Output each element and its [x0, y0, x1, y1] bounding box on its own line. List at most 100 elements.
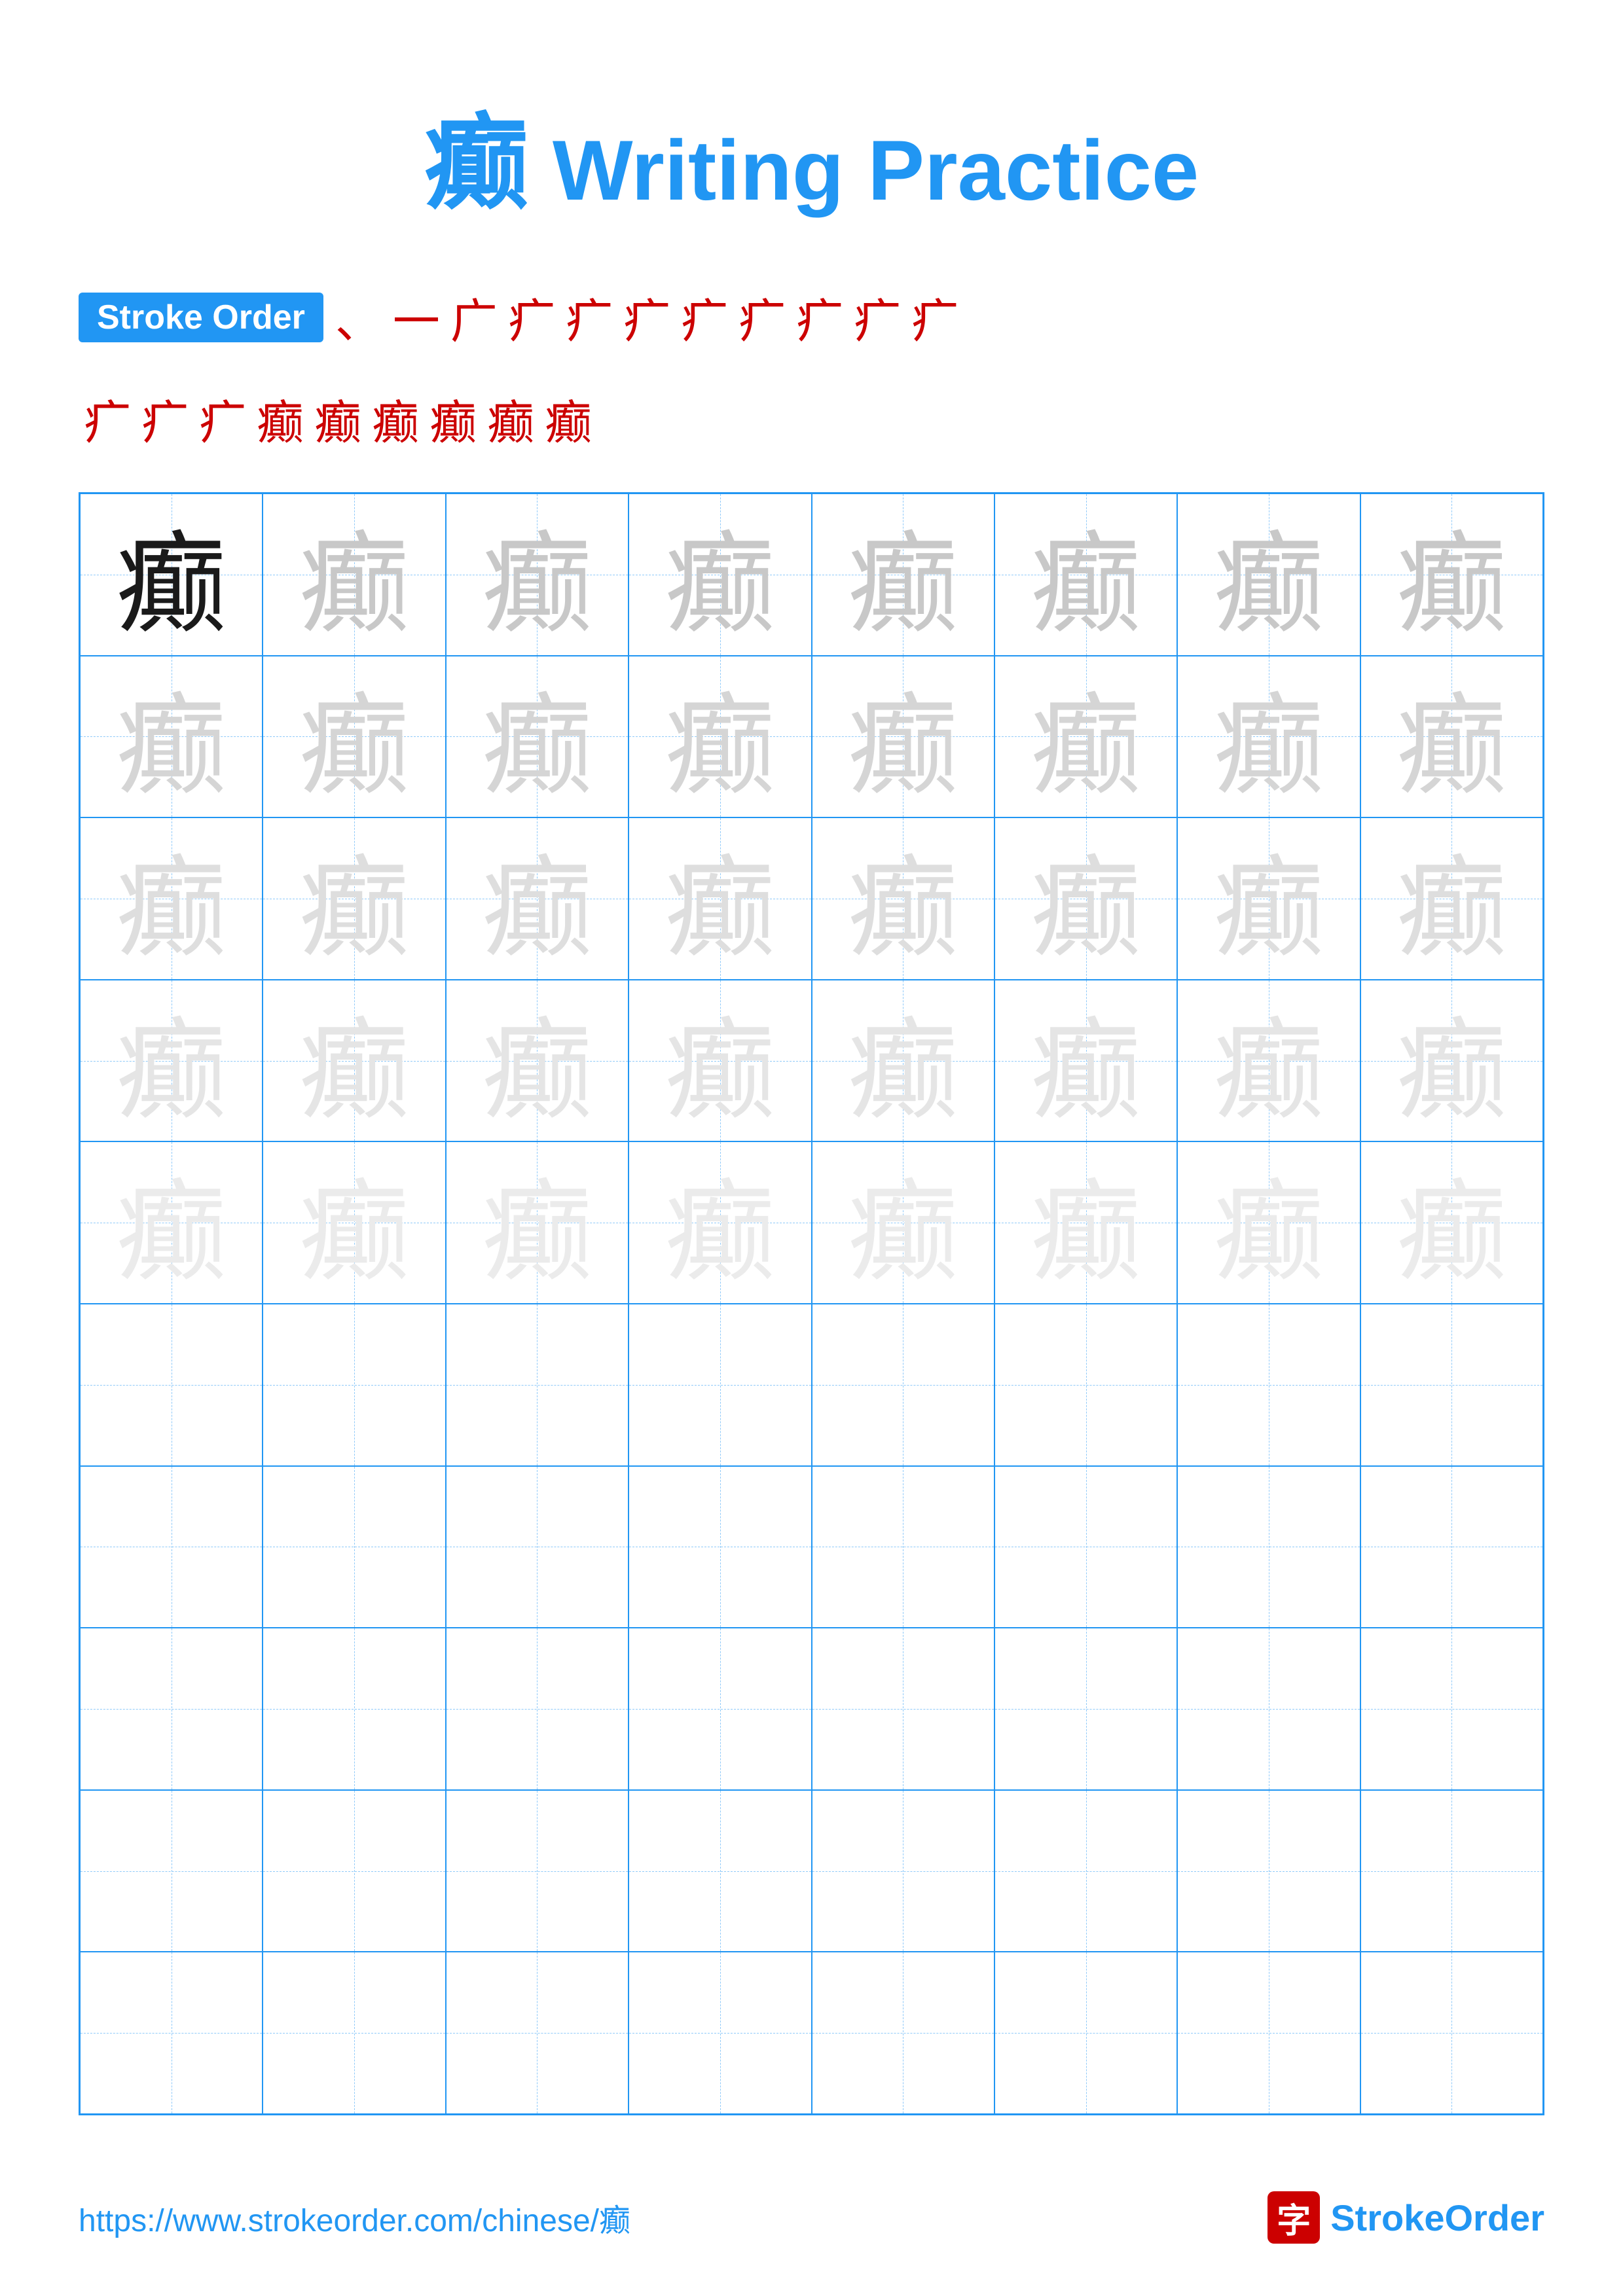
- grid-cell-r8c7[interactable]: [1177, 1628, 1360, 1790]
- grid-cell-r8c5[interactable]: [812, 1628, 994, 1790]
- grid-cell-r10c2[interactable]: [263, 1952, 445, 2114]
- grid-cell-r2c2[interactable]: 癫: [263, 656, 445, 818]
- grid-cell-r9c5[interactable]: [812, 1790, 994, 1952]
- grid-cell-r3c7[interactable]: 癫: [1177, 817, 1360, 980]
- grid-cell-r4c1[interactable]: 癫: [80, 980, 263, 1142]
- grid-cell-r7c3[interactable]: [446, 1466, 629, 1628]
- grid-cell-r9c4[interactable]: [629, 1790, 811, 1952]
- grid-cell-r4c8[interactable]: 癫: [1360, 980, 1543, 1142]
- grid-cell-r8c4[interactable]: [629, 1628, 811, 1790]
- char-r4c4: 癫: [665, 980, 776, 1141]
- grid-cell-r2c3[interactable]: 癫: [446, 656, 629, 818]
- grid-cell-r10c5[interactable]: [812, 1952, 994, 2114]
- grid-cell-r5c1[interactable]: 癫: [80, 1141, 263, 1304]
- grid-cell-r3c3[interactable]: 癫: [446, 817, 629, 980]
- footer-logo-icon: 字: [1267, 2191, 1320, 2244]
- grid-cell-r8c3[interactable]: [446, 1628, 629, 1790]
- char-r5c8: 癫: [1396, 1142, 1507, 1303]
- grid-cell-r6c1[interactable]: [80, 1304, 263, 1466]
- grid-cell-r3c2[interactable]: 癫: [263, 817, 445, 980]
- grid-cell-r5c6[interactable]: 癫: [994, 1141, 1177, 1304]
- grid-cell-r10c3[interactable]: [446, 1952, 629, 2114]
- char-r5c7: 癫: [1213, 1142, 1324, 1303]
- grid-cell-r2c5[interactable]: 癫: [812, 656, 994, 818]
- grid-cell-r7c5[interactable]: [812, 1466, 994, 1628]
- grid-cell-r1c4[interactable]: 癫: [629, 493, 811, 656]
- char-r2c3: 癫: [481, 656, 593, 817]
- grid-cell-r1c7[interactable]: 癫: [1177, 493, 1360, 656]
- grid-cell-r5c2[interactable]: 癫: [263, 1141, 445, 1304]
- grid-cell-r6c2[interactable]: [263, 1304, 445, 1466]
- grid-cell-r1c6[interactable]: 癫: [994, 493, 1177, 656]
- grid-cell-r4c4[interactable]: 癫: [629, 980, 811, 1142]
- grid-cell-r9c1[interactable]: [80, 1790, 263, 1952]
- grid-cell-r2c4[interactable]: 癫: [629, 656, 811, 818]
- grid-cell-r3c1[interactable]: 癫: [80, 817, 263, 980]
- stroke-char-11: 疒: [911, 283, 958, 351]
- stroke-char-13: 疒: [141, 384, 189, 453]
- grid-cell-r7c1[interactable]: [80, 1466, 263, 1628]
- grid-cell-r6c6[interactable]: [994, 1304, 1177, 1466]
- grid-cell-r4c2[interactable]: 癫: [263, 980, 445, 1142]
- grid-cell-r8c1[interactable]: [80, 1628, 263, 1790]
- grid-cell-r1c5[interactable]: 癫: [812, 493, 994, 656]
- grid-cell-r10c6[interactable]: [994, 1952, 1177, 2114]
- grid-cell-r4c5[interactable]: 癫: [812, 980, 994, 1142]
- char-r4c7: 癫: [1213, 980, 1324, 1141]
- grid-cell-r10c1[interactable]: [80, 1952, 263, 2114]
- grid-cell-r6c8[interactable]: [1360, 1304, 1543, 1466]
- char-r3c1: 癫: [116, 818, 227, 979]
- grid-cell-r2c8[interactable]: 癫: [1360, 656, 1543, 818]
- stroke-char-2: 一: [393, 283, 440, 351]
- grid-cell-r7c2[interactable]: [263, 1466, 445, 1628]
- grid-cell-r2c1[interactable]: 癫: [80, 656, 263, 818]
- grid-cell-r4c6[interactable]: 癫: [994, 980, 1177, 1142]
- grid-cell-r10c7[interactable]: [1177, 1952, 1360, 2114]
- grid-cell-r9c6[interactable]: [994, 1790, 1177, 1952]
- grid-cell-r5c4[interactable]: 癫: [629, 1141, 811, 1304]
- grid-cell-r7c7[interactable]: [1177, 1466, 1360, 1628]
- char-r1c6: 癫: [1030, 494, 1142, 655]
- grid-cell-r3c6[interactable]: 癫: [994, 817, 1177, 980]
- grid-cell-r3c8[interactable]: 癫: [1360, 817, 1543, 980]
- grid-cell-r5c5[interactable]: 癫: [812, 1141, 994, 1304]
- grid-cell-r2c6[interactable]: 癫: [994, 656, 1177, 818]
- grid-cell-r1c8[interactable]: 癫: [1360, 493, 1543, 656]
- footer-logo: 字 StrokeOrder: [1267, 2191, 1544, 2244]
- stroke-char-15: 癫: [257, 384, 304, 453]
- grid-cell-r5c7[interactable]: 癫: [1177, 1141, 1360, 1304]
- grid-cell-r4c3[interactable]: 癫: [446, 980, 629, 1142]
- grid-cell-r1c2[interactable]: 癫: [263, 493, 445, 656]
- grid-cell-r7c4[interactable]: [629, 1466, 811, 1628]
- grid-cell-r10c8[interactable]: [1360, 1952, 1543, 2114]
- char-r4c5: 癫: [847, 980, 958, 1141]
- grid-cell-r3c4[interactable]: 癫: [629, 817, 811, 980]
- grid-cell-r9c7[interactable]: [1177, 1790, 1360, 1952]
- char-r3c6: 癫: [1030, 818, 1142, 979]
- footer-url[interactable]: https://www.strokeorder.com/chinese/癫: [79, 2195, 630, 2240]
- grid-cell-r10c4[interactable]: [629, 1952, 811, 2114]
- grid-cell-r9c2[interactable]: [263, 1790, 445, 1952]
- grid-cell-r1c3[interactable]: 癫: [446, 493, 629, 656]
- grid-cell-r6c7[interactable]: [1177, 1304, 1360, 1466]
- grid-cell-r8c8[interactable]: [1360, 1628, 1543, 1790]
- grid-cell-r3c5[interactable]: 癫: [812, 817, 994, 980]
- grid-cell-r6c3[interactable]: [446, 1304, 629, 1466]
- stroke-order-badge: Stroke Order: [79, 293, 323, 342]
- grid-cell-r7c8[interactable]: [1360, 1466, 1543, 1628]
- grid-cell-r8c6[interactable]: [994, 1628, 1177, 1790]
- char-r4c6: 癫: [1030, 980, 1142, 1141]
- grid-cell-r8c2[interactable]: [263, 1628, 445, 1790]
- grid-cell-r5c3[interactable]: 癫: [446, 1141, 629, 1304]
- grid-cell-r9c3[interactable]: [446, 1790, 629, 1952]
- grid-cell-r4c7[interactable]: 癫: [1177, 980, 1360, 1142]
- grid-cell-r5c8[interactable]: 癫: [1360, 1141, 1543, 1304]
- char-r3c4: 癫: [665, 818, 776, 979]
- grid-cell-r2c7[interactable]: 癫: [1177, 656, 1360, 818]
- grid-cell-r6c4[interactable]: [629, 1304, 811, 1466]
- title-text: Writing Practice: [529, 122, 1199, 218]
- grid-cell-r6c5[interactable]: [812, 1304, 994, 1466]
- grid-cell-r1c1[interactable]: 癫: [80, 493, 263, 656]
- grid-cell-r9c8[interactable]: [1360, 1790, 1543, 1952]
- grid-cell-r7c6[interactable]: [994, 1466, 1177, 1628]
